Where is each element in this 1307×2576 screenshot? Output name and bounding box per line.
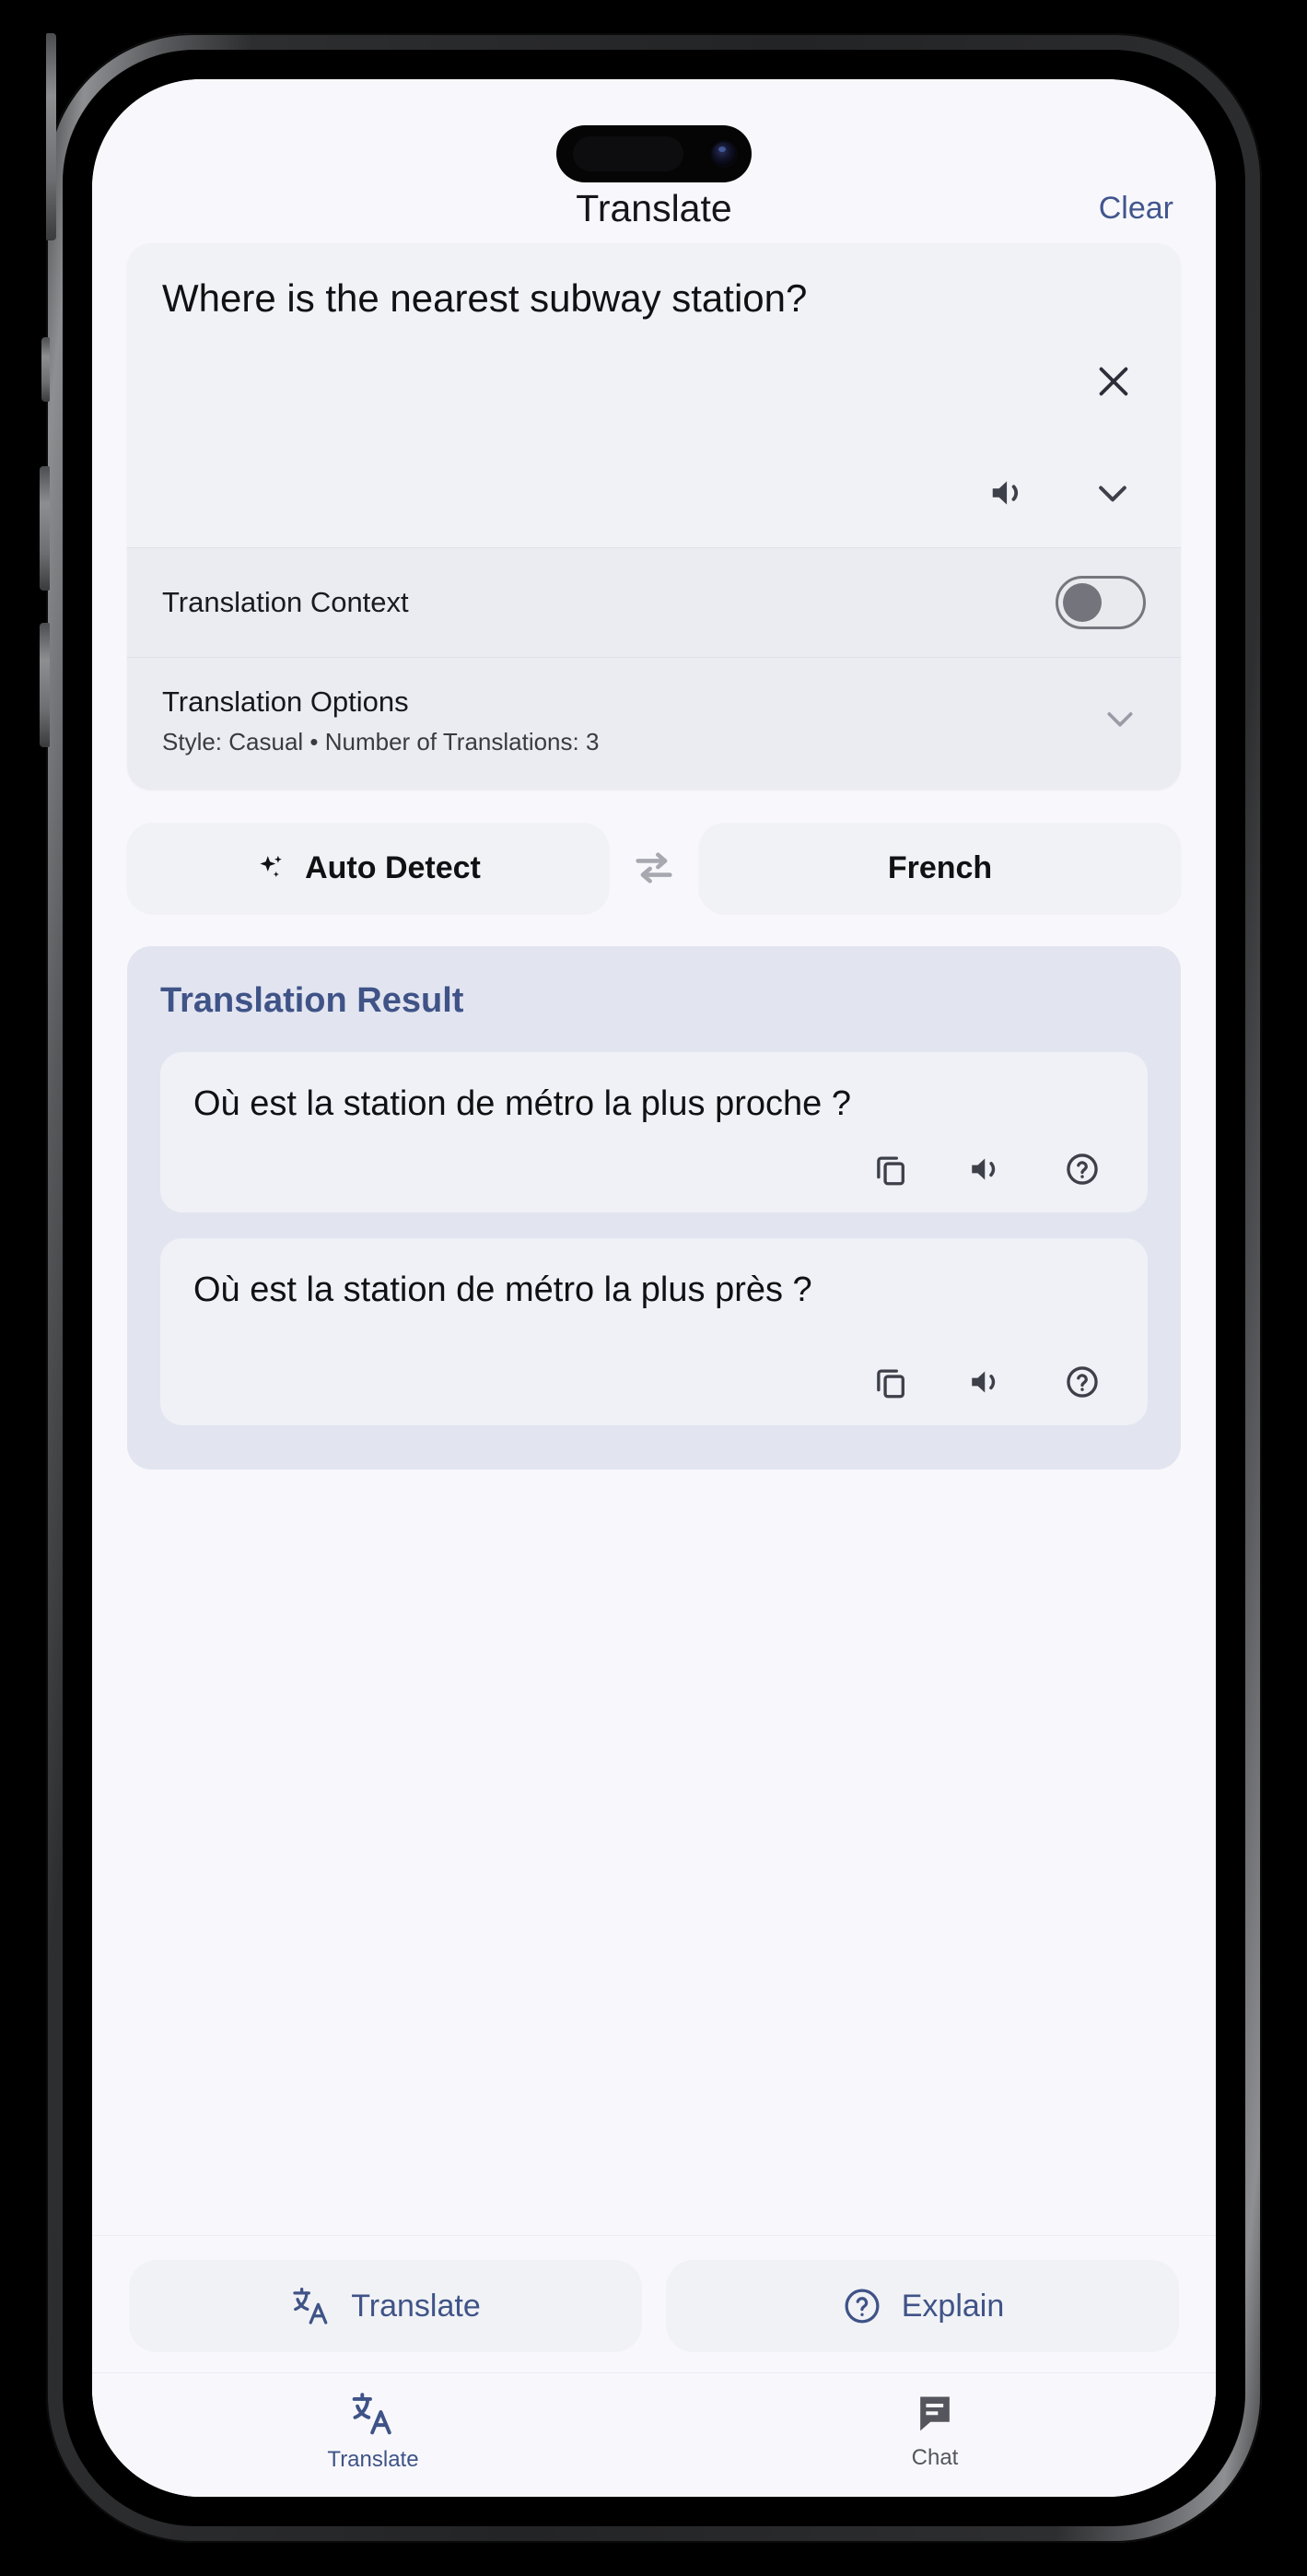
help-circle-icon [841,2285,883,2327]
dynamic-island [556,125,752,182]
page-title: Translate [576,187,732,229]
translation-options-title: Translation Options [162,685,409,718]
translation-options-subtitle: Style: Casual • Number of Translations: … [162,728,600,755]
explain-action-button[interactable]: Explain [666,2260,1179,2352]
result-actions [193,1311,1114,1409]
speaker-icon[interactable] [980,464,1037,521]
speaker-icon[interactable] [960,1355,1013,1409]
translation-context-row[interactable]: Translation Context [127,548,1181,657]
input-text-zone: Where is the nearest subway station? [127,243,1181,455]
tab-bar: Translate Chat [92,2372,1216,2497]
phone-screen: Translate Clear Where is the nearest sub… [92,79,1216,2497]
translation-result-heading: Translation Result [160,981,464,1020]
phone-frame: Translate Clear Where is the nearest sub… [40,33,1262,2543]
input-card: Where is the nearest subway station? Tra… [127,243,1181,790]
language-selector-row: Auto Detect French [127,823,1181,913]
result-card: Où est la station de métro la plus près … [160,1238,1148,1425]
swap-arrows-icon[interactable] [618,832,690,904]
volume-down-button[interactable] [40,623,50,747]
translation-context-toggle[interactable] [1056,576,1146,629]
silent-switch-button[interactable] [41,337,50,402]
phone-bezel: Translate Clear Where is the nearest sub… [63,50,1245,2526]
chat-bubble-icon [912,2390,958,2436]
result-actions [193,1124,1114,1196]
bottom-bar: Translate Explain Translate Chat [92,2235,1216,2497]
result-text: Où est la station de métro la plus près … [193,1270,812,1310]
translate-action-label: Translate [351,2288,481,2324]
result-card: Où est la station de métro la plus proch… [160,1052,1148,1213]
source-text-input[interactable]: Where is the nearest subway station? [162,276,1081,455]
translation-result-panel: Translation Result Où est la station de … [127,946,1181,1469]
translation-options-text: Translation Options Style: Casual • Numb… [162,685,599,756]
close-icon[interactable] [1081,349,1146,414]
explain-action-label: Explain [901,2288,1005,2324]
volume-up-button[interactable] [40,466,50,591]
speaker-icon[interactable] [960,1142,1013,1196]
chevron-down-icon[interactable] [1094,693,1146,749]
chevron-down-icon[interactable] [1085,465,1140,521]
action-buttons-row: Translate Explain [92,2236,1216,2372]
island-pill [573,136,683,171]
translate-app: Translate Clear Where is the nearest sub… [92,79,1216,2497]
tab-chat[interactable]: Chat [654,2390,1216,2473]
translate-icon [349,2390,397,2438]
source-language-label: Auto Detect [305,849,481,885]
help-circle-icon[interactable] [1056,1355,1109,1409]
input-toolbar [127,455,1181,547]
scroll-content[interactable]: Where is the nearest subway station? Tra… [92,243,1216,2235]
source-language-button[interactable]: Auto Detect [127,823,609,913]
tab-chat-label: Chat [911,2445,959,2470]
front-camera-icon [712,142,736,166]
translate-icon [290,2285,333,2327]
translation-context-label: Translation Context [162,586,409,618]
help-circle-icon[interactable] [1056,1142,1109,1196]
toggle-knob [1063,583,1102,622]
clear-button[interactable]: Clear [1097,187,1175,230]
tab-translate-label: Translate [327,2447,419,2472]
result-text: Où est la station de métro la plus proch… [193,1084,851,1123]
translate-action-button[interactable]: Translate [129,2260,642,2352]
copy-icon[interactable] [864,1142,917,1196]
target-language-button[interactable]: French [699,823,1181,913]
tab-translate[interactable]: Translate [92,2390,654,2473]
sparkle-icon [255,851,288,884]
copy-icon[interactable] [864,1355,917,1409]
translation-options-row[interactable]: Translation Options Style: Casual • Numb… [127,658,1181,790]
target-language-label: French [887,849,993,885]
power-button[interactable] [46,33,56,240]
